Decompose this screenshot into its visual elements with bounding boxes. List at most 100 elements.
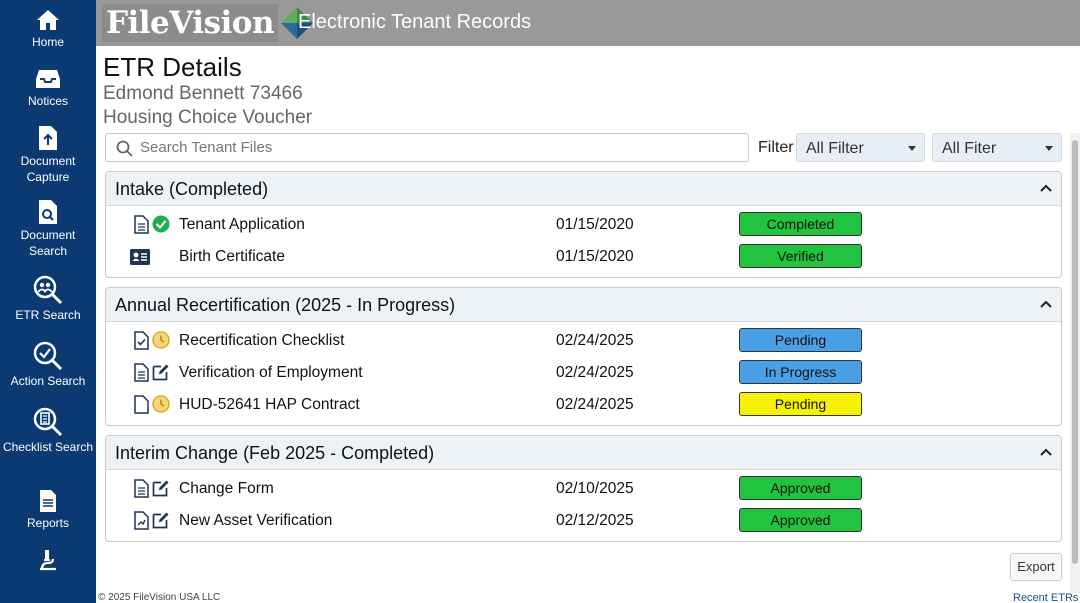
- logo-box: FileVision: [102, 4, 279, 42]
- chevron-up-icon[interactable]: [1039, 181, 1053, 195]
- filter-select-1[interactable]: All Filter: [796, 133, 925, 162]
- inbox-icon: [36, 70, 60, 88]
- sidebar-item-action-search[interactable]: Action Search: [0, 341, 96, 389]
- checklist-search-icon: [33, 407, 63, 437]
- status-badge: In Progress: [739, 360, 862, 384]
- sidebar-item-label: Document Capture: [20, 154, 76, 184]
- row-icons: [130, 479, 178, 499]
- asset-document-icon: [134, 511, 149, 530]
- row-icons: [130, 511, 178, 531]
- document-name[interactable]: Verification of Employment: [179, 364, 363, 382]
- check-circle-icon: [152, 215, 170, 233]
- table-row[interactable]: HUD-52641 HAP Contract 02/24/2025 Pendin…: [106, 388, 1061, 420]
- sidebar-item-lab[interactable]: [0, 548, 96, 574]
- logo-text: FileVision: [106, 5, 275, 41]
- caret-down-icon: [1045, 146, 1053, 151]
- section-interim-change: Interim Change (Feb 2025 - Completed) Ch…: [105, 435, 1062, 542]
- filter-select-1-value: All Filter: [806, 140, 864, 157]
- document-icon: [134, 479, 149, 498]
- home-icon: [37, 10, 59, 30]
- section-header[interactable]: Interim Change (Feb 2025 - Completed): [106, 436, 1061, 470]
- sidebar-item-label: Notices: [27, 94, 68, 108]
- section-title: Intake (Completed): [115, 179, 269, 199]
- chevron-up-icon[interactable]: [1039, 297, 1053, 311]
- sidebar-item-etr-search[interactable]: ETR Search: [0, 275, 96, 323]
- report-icon: [40, 490, 56, 512]
- search-box: [105, 133, 749, 162]
- pending-coin-icon: [152, 395, 170, 413]
- status-badge: Pending: [739, 392, 862, 416]
- program-name: Housing Choice Voucher: [103, 107, 313, 128]
- file-search-icon: [39, 200, 57, 224]
- table-row[interactable]: New Asset Verification 02/12/2025 Approv…: [106, 504, 1061, 536]
- sidebar-item-notices[interactable]: Notices: [0, 67, 96, 109]
- blank-document-icon: [134, 395, 149, 414]
- caret-down-icon: [908, 146, 916, 151]
- people-search-icon: [33, 275, 63, 305]
- sidebar-item-document-search[interactable]: Document Search: [0, 199, 96, 259]
- edit-icon: [152, 364, 169, 381]
- filevision-logo[interactable]: FileVision: [102, 3, 314, 43]
- filter-select-2-value: All Fiter: [942, 140, 997, 157]
- check-search-icon: [33, 341, 63, 371]
- document-icon: [134, 363, 149, 382]
- table-row[interactable]: Tenant Application 01/15/2020 Completed: [106, 208, 1061, 240]
- document-icon: [134, 215, 149, 234]
- filter-label: Filter: [758, 139, 794, 156]
- file-upload-icon: [39, 126, 57, 150]
- id-card-icon: [130, 249, 150, 265]
- table-row[interactable]: Verification of Employment 02/24/2025 In…: [106, 356, 1061, 388]
- table-row[interactable]: Recertification Checklist 02/24/2025 Pen…: [106, 324, 1061, 356]
- document-date: 02/24/2025: [556, 396, 634, 413]
- section-header[interactable]: Intake (Completed): [106, 172, 1061, 206]
- pending-coin-icon: [152, 331, 170, 349]
- row-icons: [130, 331, 178, 351]
- copyright-text: © 2025 FileVision USA LLC: [98, 592, 221, 603]
- checklist-document-icon: [134, 331, 149, 350]
- page-title: ETR Details: [103, 52, 242, 82]
- edit-icon: [152, 480, 169, 497]
- sidebar-item-document-capture[interactable]: Document Capture: [0, 125, 96, 185]
- section-intake: Intake (Completed) Tenant Application 01…: [105, 171, 1062, 278]
- sidebar-item-label: Home: [31, 35, 64, 49]
- chevron-up-icon[interactable]: [1039, 445, 1053, 459]
- document-name[interactable]: Change Form: [179, 480, 274, 498]
- table-row[interactable]: Birth Certificate 01/15/2020 Verified: [106, 240, 1061, 272]
- export-button[interactable]: Export: [1010, 553, 1062, 581]
- sidebar-item-label: Checklist Search: [2, 440, 94, 454]
- document-name[interactable]: Recertification Checklist: [179, 332, 344, 350]
- sidebar-item-reports[interactable]: Reports: [0, 489, 96, 531]
- row-icons: [130, 215, 178, 235]
- status-badge: Approved: [739, 508, 862, 532]
- document-name[interactable]: HUD-52641 HAP Contract: [179, 396, 360, 414]
- status-badge: Verified: [739, 244, 862, 268]
- section-annual-recertification: Annual Recertification (2025 - In Progre…: [105, 287, 1062, 426]
- section-header[interactable]: Annual Recertification (2025 - In Progre…: [106, 288, 1061, 322]
- sidebar-item-checklist-search[interactable]: Checklist Search: [0, 407, 96, 455]
- table-row[interactable]: Change Form 02/10/2025 Approved: [106, 472, 1061, 504]
- section-title: Interim Change (Feb 2025 - Completed): [115, 443, 435, 463]
- document-date: 02/12/2025: [556, 512, 634, 529]
- filter-select-2[interactable]: All Fiter: [932, 133, 1062, 162]
- document-date: 01/15/2020: [556, 248, 634, 265]
- document-date: 02/24/2025: [556, 332, 634, 349]
- status-badge: Approved: [739, 476, 862, 500]
- sidebar-item-label: ETR Search: [15, 308, 81, 322]
- search-input[interactable]: [140, 136, 740, 159]
- edit-icon: [152, 512, 169, 529]
- document-date: 02/24/2025: [556, 364, 634, 381]
- document-name[interactable]: New Asset Verification: [179, 512, 332, 530]
- row-icons: [130, 395, 178, 415]
- section-title: Annual Recertification (2025 - In Progre…: [115, 295, 456, 315]
- document-name[interactable]: Birth Certificate: [179, 248, 285, 266]
- app-title: Electronic Tenant Records: [298, 11, 532, 33]
- document-date: 01/15/2020: [556, 216, 634, 233]
- top-header: FileVision Electronic Tenant Records: [96, 0, 1080, 46]
- sidebar-nav: Home Notices Document Capture Document S…: [0, 0, 96, 603]
- sidebar-item-home[interactable]: Home: [0, 8, 96, 50]
- scrollbar-thumb[interactable]: [1072, 140, 1078, 564]
- status-badge: Pending: [739, 328, 862, 352]
- recent-etrs-link[interactable]: Recent ETRs: [1013, 592, 1078, 603]
- row-icons: [130, 363, 178, 383]
- document-name[interactable]: Tenant Application: [179, 216, 305, 234]
